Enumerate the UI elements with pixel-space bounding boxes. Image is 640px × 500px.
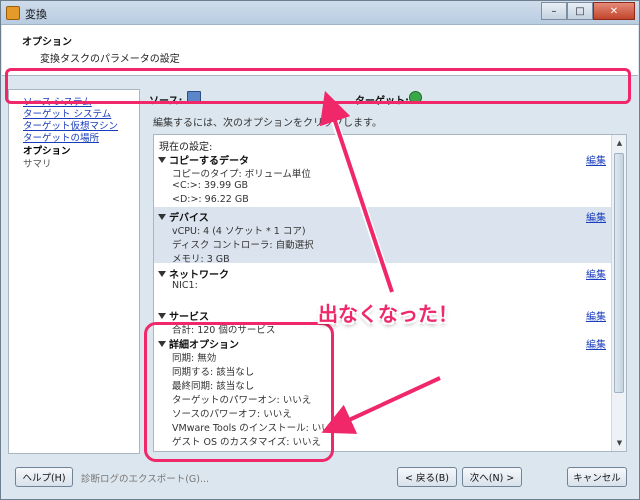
annotation-arrows: [319, 90, 442, 434]
arrow-to-options-icon: [321, 376, 441, 434]
arrow-to-top-icon: [319, 90, 394, 293]
annotation-callout: 出なくなった！: [318, 302, 458, 326]
